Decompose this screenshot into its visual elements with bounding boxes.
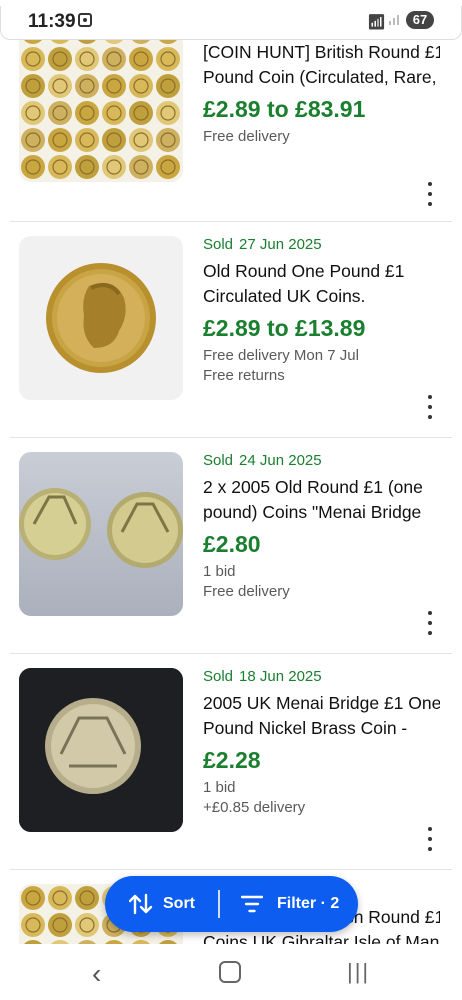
listing-delivery: Free delivery Mon 7 Jul <box>203 347 359 364</box>
status-time: 11:39 <box>28 11 76 32</box>
sold-date: Sold 18 Jun 2025 <box>203 668 440 688</box>
listing-price: £2.89 to £13.89 <box>203 315 366 341</box>
home-icon[interactable] <box>219 961 241 983</box>
filter-button[interactable]: Filter · 2 <box>241 876 339 932</box>
sort-arrows-icon <box>129 893 153 915</box>
sort-filter-bar: Sort Filter · 2 <box>105 876 358 932</box>
list-item[interactable]: Sold 24 Jun 2025 2 x 2005 Old Round £1 (o… <box>10 437 452 654</box>
listing-title-line[interactable]: 2005 UK Menai Bridge £1 One <box>203 691 440 716</box>
listing-title-line[interactable]: Coins UK Gibraltar Isle of Man <box>203 930 440 944</box>
more-options-button[interactable] <box>420 180 440 208</box>
listing-delivery: Free delivery <box>203 583 290 600</box>
listing-bids: 1 bid <box>203 563 236 580</box>
listing-image[interactable] <box>19 18 183 182</box>
listing-bids: 1 bid <box>203 779 236 796</box>
listing-image[interactable] <box>19 452 183 616</box>
fab-divider <box>218 890 220 918</box>
listing-title-line[interactable]: [COIN HUNT] British Round £1 <box>203 40 440 65</box>
sold-label: Sold <box>203 452 234 469</box>
screenshot-icon <box>78 13 92 27</box>
listing-title-line[interactable]: Pound Coin (Circulated, Rare, <box>203 65 440 90</box>
listing-delivery: Free delivery <box>203 128 290 145</box>
list-item[interactable]: Sold 18 Jun 2025 2005 UK Menai Bridge £1 … <box>10 653 452 870</box>
signal-icon <box>389 15 399 25</box>
more-options-button[interactable] <box>420 393 440 421</box>
sort-button[interactable]: Sort <box>129 876 195 932</box>
listing-title-line[interactable]: Old Round One Pound £1 <box>203 259 440 284</box>
battery-indicator: 67 <box>406 11 434 29</box>
more-options-button[interactable] <box>420 609 440 637</box>
back-icon[interactable]: ‹ <box>92 958 101 990</box>
recent-apps-icon[interactable]: ||| <box>347 959 370 985</box>
sold-date-value: 27 Jun 2025 <box>239 236 322 253</box>
system-nav-bar: ‹ ||| <box>0 944 462 1000</box>
listing-title-line[interactable]: Circulated UK Coins. <box>203 284 440 309</box>
listing-title-line[interactable]: pound) Coins "Menai Bridge <box>203 500 440 525</box>
listing-price: £2.89 to £83.91 <box>203 96 366 122</box>
listing-image[interactable] <box>19 668 183 832</box>
listing-returns: Free returns <box>203 367 285 384</box>
sold-date-value: 18 Jun 2025 <box>239 668 322 685</box>
listing-image[interactable] <box>19 236 183 400</box>
listing-title-line[interactable]: Pound Nickel Brass Coin - <box>203 716 440 741</box>
list-item[interactable]: Sold 27 Jun 2025 Old Round One Pound £1 C… <box>10 221 452 438</box>
sold-date-value: 24 Jun 2025 <box>239 452 322 469</box>
sort-label: Sort <box>163 895 195 912</box>
sold-date: Sold 27 Jun 2025 <box>203 236 440 256</box>
sold-label: Sold <box>203 236 234 253</box>
sold-date: Sold 24 Jun 2025 <box>203 452 440 472</box>
listing-delivery: +£0.85 delivery <box>203 799 306 816</box>
more-options-button[interactable] <box>420 825 440 853</box>
status-bar: 11:39 📶︎ 67 <box>0 0 462 40</box>
listing-title-line[interactable]: 2 x 2005 Old Round £1 (one <box>203 475 440 500</box>
listing-price: £2.28 <box>203 747 261 773</box>
wifi-icon: 📶︎ <box>367 14 387 31</box>
listing-price: £2.80 <box>203 531 261 557</box>
sold-label: Sold <box>203 668 234 685</box>
filter-label: Filter · 2 <box>277 895 340 912</box>
filter-lines-icon <box>241 895 263 913</box>
